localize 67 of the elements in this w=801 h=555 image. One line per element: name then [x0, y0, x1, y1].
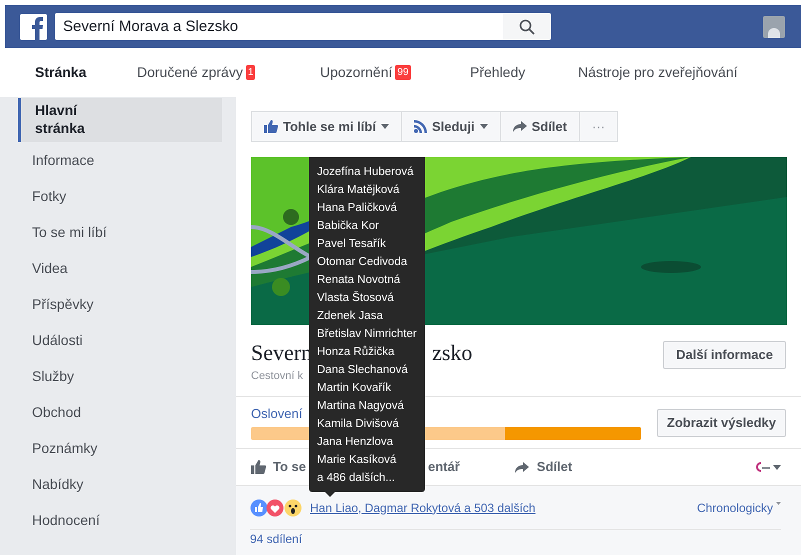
share-arrow-icon: [512, 121, 527, 132]
thumbs-up-icon: [264, 120, 278, 133]
sidebar-item[interactable]: Informace: [18, 142, 222, 178]
rss-icon: [414, 120, 427, 133]
sidebar-item[interactable]: Hlavní stránka: [18, 98, 222, 142]
sidebar-item[interactable]: Obchod: [18, 394, 222, 430]
page-tab[interactable]: Nástroje pro zveřejňování: [578, 62, 738, 83]
comment-action[interactable]: entář: [428, 457, 460, 477]
reactor-name: Marie Kasíková: [317, 453, 398, 468]
reactor-name: Kamila Divišová: [317, 417, 400, 432]
more-reactors: a 486 dalších...: [317, 471, 396, 486]
sidebar-item[interactable]: Nabídky: [18, 466, 222, 502]
sidebar-item[interactable]: Příspěvky: [18, 286, 222, 322]
reactor-name: Martin Kovařík: [317, 381, 392, 396]
avatar[interactable]: [763, 16, 785, 38]
reactions-link[interactable]: Han Liao, Dagmar Rokytová a 503 dalších: [310, 498, 536, 516]
page-avatar-icon: [756, 462, 770, 472]
caret-icon: [773, 464, 781, 470]
page-category: Cestovní k: [251, 369, 303, 384]
sidebar-item[interactable]: Hodnocení: [18, 502, 222, 538]
sidebar-item[interactable]: Služby: [18, 358, 222, 394]
sidebar-item[interactable]: Videa: [18, 250, 222, 286]
search-field[interactable]: Severní Morava a Slezsko: [55, 13, 503, 40]
search-icon: [519, 18, 535, 34]
reactor-name: Klára Matějková: [317, 183, 400, 198]
reactor-name: Pavel Tesařík: [317, 237, 387, 252]
caret-icon: [776, 502, 781, 504]
count-badge: 1: [246, 65, 256, 80]
page-tab[interactable]: Přehledy: [470, 62, 578, 83]
search-button[interactable]: [503, 13, 551, 40]
share-count[interactable]: 94 sdílení: [250, 532, 781, 546]
share-action[interactable]: Sdílet: [536, 457, 572, 477]
reactor-name: Břetislav Nimrichter: [317, 327, 417, 342]
reactor-name: Babička Kor: [317, 219, 380, 234]
reactor-name: Vlasta Štosová: [317, 290, 395, 306]
page-tab[interactable]: Upozornění 99: [320, 62, 470, 83]
page-action-button[interactable]: Sleduji: [400, 111, 501, 142]
reactor-name: Otomar Cedivoda: [317, 255, 408, 270]
reactor-name: Hana Paličková: [317, 201, 398, 216]
sidebar-item[interactable]: Fotky: [18, 178, 222, 214]
count-badge: 99: [395, 65, 411, 80]
more-info-button[interactable]: Další informace: [663, 341, 786, 369]
reactor-name: Jana Henzlova: [317, 435, 394, 450]
sort-dropdown[interactable]: Chronologicky: [696, 498, 781, 516]
page-action-button[interactable]: Sdílet: [500, 111, 580, 142]
share-arrow-icon: [514, 462, 529, 472]
thumbs-up-icon: [251, 460, 266, 474]
logo-icon: [20, 14, 47, 40]
reactions-icon: [250, 498, 304, 516]
caret-icon: [480, 124, 488, 129]
reactor-name: Martina Nagyová: [317, 399, 405, 414]
show-results-button[interactable]: Zobrazit výsledky: [656, 408, 786, 436]
page-tab[interactable]: Doručené zprávy 1: [137, 62, 320, 83]
reactor-name: Zdenek Jasa: [317, 309, 384, 324]
reactor-name: Honza Růžička: [317, 344, 396, 360]
reach-label[interactable]: Oslovení: [251, 405, 302, 423]
page-title: zsko: [432, 339, 472, 367]
page-tab[interactable]: Stránka: [35, 62, 137, 83]
like-action[interactable]: To se: [273, 457, 306, 477]
caret-icon: [380, 124, 389, 129]
reactor-name: Dana Slechanová: [317, 363, 409, 378]
sidebar-item[interactable]: Události: [18, 322, 222, 358]
reactor-name: Renata Novotná: [317, 273, 402, 288]
sidebar-item[interactable]: To se mi líbí: [18, 214, 222, 250]
reactor-name: Jozefína Huberová: [317, 165, 415, 180]
page-action-button[interactable]: Tohle se mi líbí: [251, 111, 402, 142]
sidebar-item[interactable]: Poznámky: [18, 430, 222, 466]
